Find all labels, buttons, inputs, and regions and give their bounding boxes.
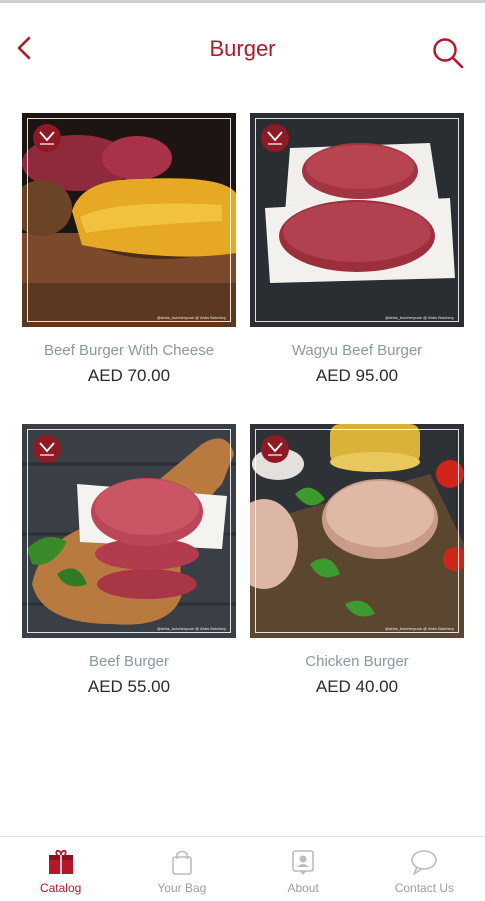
product-price: AED 55.00 bbox=[87, 677, 171, 696]
tab-label: Catalog bbox=[39, 881, 82, 895]
product-card-wagyu-beef-burger[interactable]: @ahbs_butcheryuae @ Ahbs Butchery Wagyu … bbox=[250, 113, 464, 386]
product-card-chicken-burger[interactable]: @ahbs_butcheryuae @ Ahbs Butchery Chicke… bbox=[250, 424, 464, 697]
product-price: AED 70.00 bbox=[87, 366, 171, 385]
app-header: Burger bbox=[0, 3, 485, 93]
product-image[interactable]: @ahbs_butcheryuae @ Ahbs Butchery bbox=[250, 113, 464, 327]
product-image[interactable]: @ahbs_butcheryuae @ Ahbs Butchery bbox=[22, 424, 236, 638]
tab-catalog[interactable]: Catalog bbox=[0, 837, 121, 901]
product-image[interactable]: @ahbs_butcheryuae @ Ahbs Butchery bbox=[250, 424, 464, 638]
tab-contact-us[interactable]: Contact Us bbox=[364, 837, 485, 901]
product-name[interactable]: Wagyu Beef Burger bbox=[250, 342, 464, 359]
bag-icon bbox=[172, 850, 192, 875]
product-image[interactable]: @ahbs_butcheryuae @ Ahbs Butchery bbox=[22, 113, 236, 327]
tab-about[interactable]: About bbox=[243, 837, 364, 901]
photo-credit: @ahbs_butcheryuae @ Ahbs Butchery bbox=[156, 626, 226, 631]
product-price: AED 40.00 bbox=[315, 677, 399, 696]
product-name[interactable]: Beef Burger With Cheese bbox=[22, 342, 236, 359]
brand-logo-icon bbox=[33, 124, 61, 152]
brand-logo-icon bbox=[33, 435, 61, 463]
product-name[interactable]: Beef Burger bbox=[22, 653, 236, 670]
brand-logo-icon bbox=[261, 435, 289, 463]
product-card-beef-burger-with-cheese[interactable]: @ahbs_butcheryuae @ Ahbs Butchery Beef B… bbox=[22, 113, 236, 386]
tab-label: Your Bag bbox=[157, 881, 207, 895]
chat-icon bbox=[411, 850, 438, 875]
page-title: Burger bbox=[209, 36, 276, 61]
search-icon[interactable] bbox=[430, 35, 466, 71]
brand-logo-icon bbox=[261, 124, 289, 152]
about-icon bbox=[292, 850, 314, 875]
product-card-beef-burger[interactable]: @ahbs_butcheryuae @ Ahbs Butchery Beef B… bbox=[22, 424, 236, 697]
bottom-tab-bar: Catalog Your Bag About Contact Us bbox=[0, 836, 485, 901]
tab-label: About bbox=[287, 881, 319, 895]
tab-label: Contact Us bbox=[394, 881, 455, 895]
photo-credit: @ahbs_butcheryuae @ Ahbs Butchery bbox=[384, 626, 454, 631]
product-price: AED 95.00 bbox=[315, 366, 399, 385]
product-name[interactable]: Chicken Burger bbox=[250, 653, 464, 670]
photo-credit: @ahbs_butcheryuae @ Ahbs Butchery bbox=[156, 315, 226, 320]
photo-credit: @ahbs_butcheryuae @ Ahbs Butchery bbox=[384, 315, 454, 320]
catalog-icon bbox=[48, 849, 73, 874]
tab-your-bag[interactable]: Your Bag bbox=[121, 837, 242, 901]
